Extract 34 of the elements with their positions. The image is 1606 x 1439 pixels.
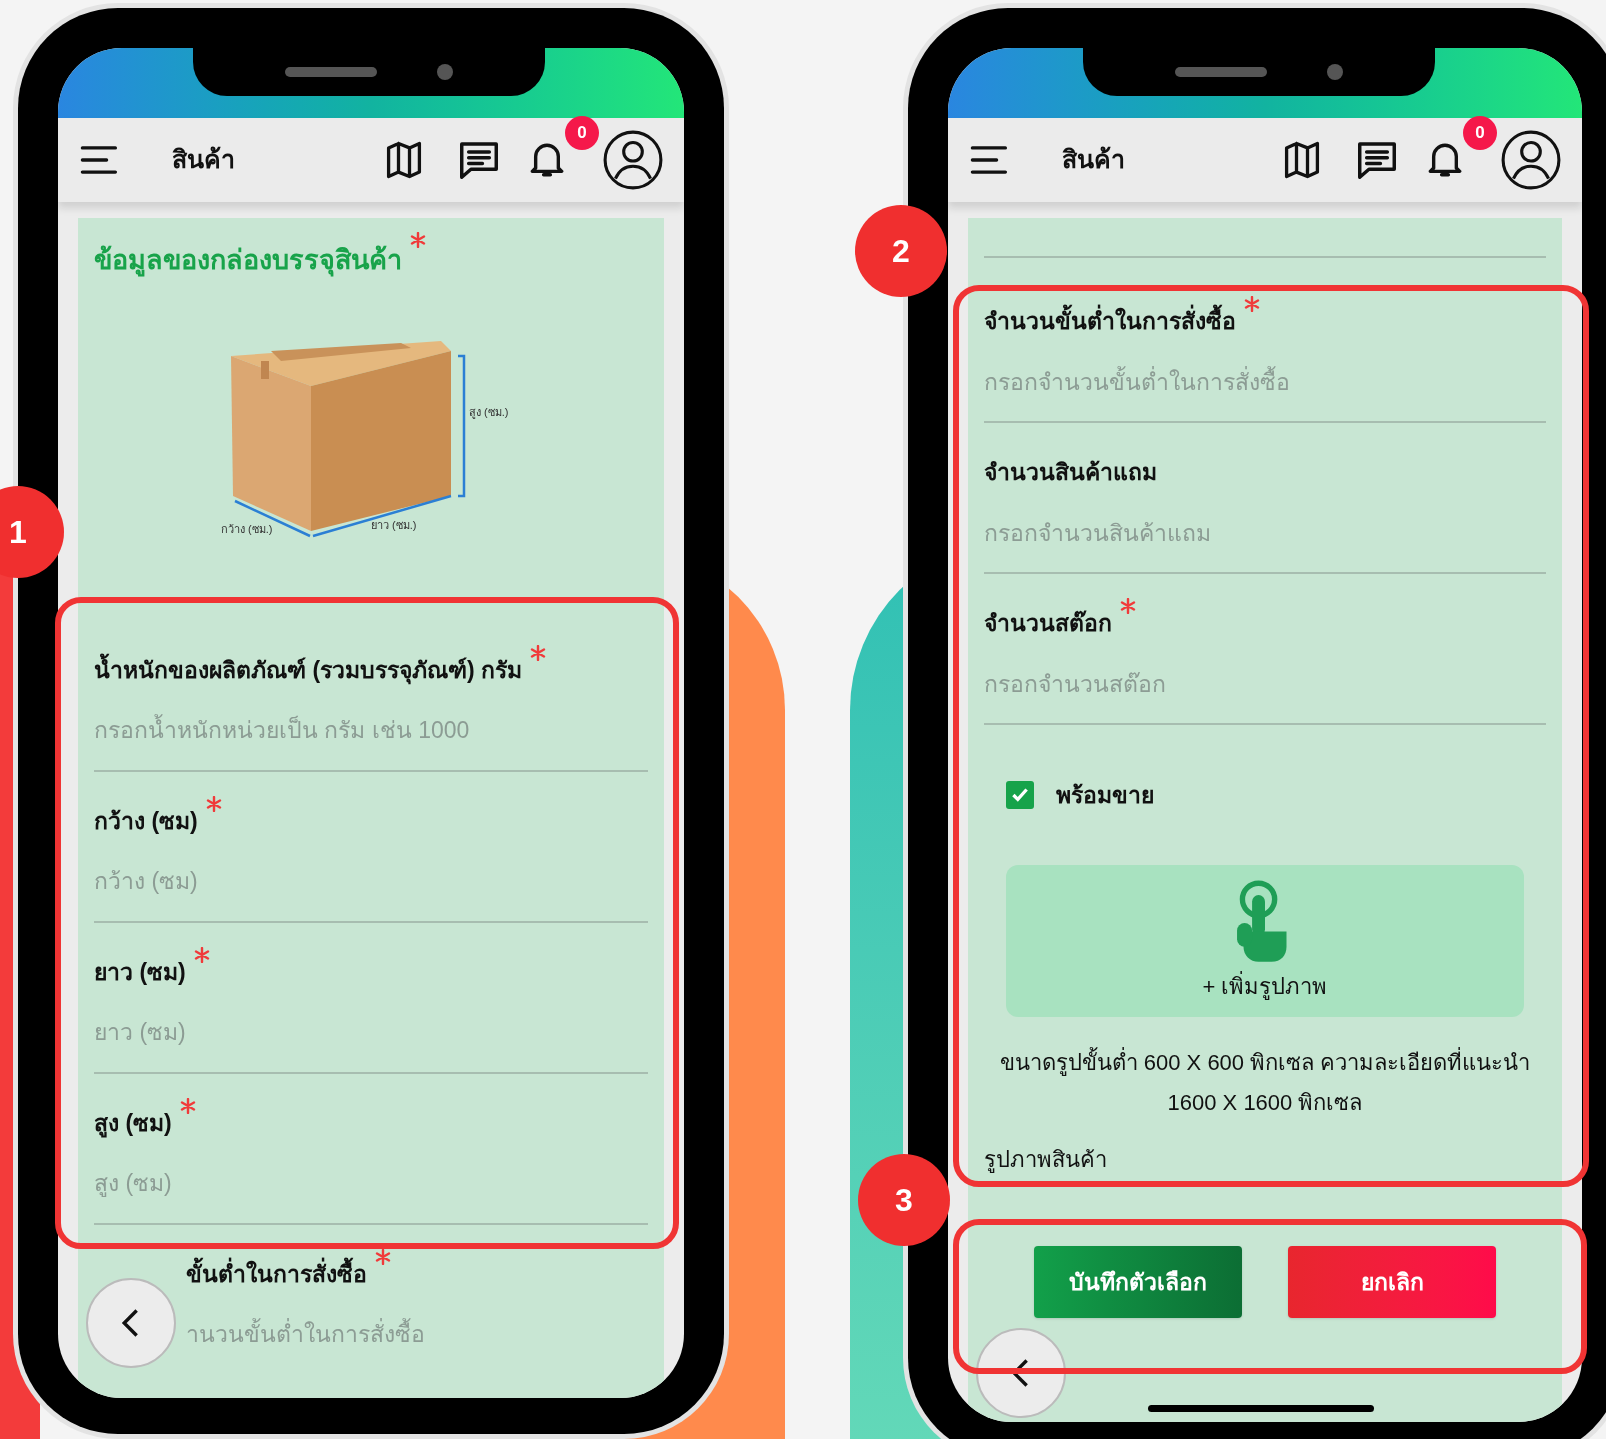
image-size-note: ขนาดรูปขั้นต่ำ 600 X 600 พิกเซล ความละเอียดที่แนะนำ 1600 X 1600 พิกเซล	[984, 1043, 1546, 1123]
checkbox[interactable]	[1006, 781, 1034, 809]
checkbox-label: พร้อมขาย	[1056, 780, 1154, 810]
user-avatar-icon[interactable]	[602, 129, 664, 191]
field-label: จำนวนขั้นต่ำในการสั่งซื้อ	[984, 304, 1236, 339]
cardboard-box-drawing: สูง (ซม.) กว้าง (ซม.) ยาว (ซม.)	[221, 320, 521, 551]
input-field[interactable]: กรอกจำนวนสินค้าแถม	[984, 515, 1546, 550]
input-field[interactable]: กรอกน้ำหนักหน่วยเป็น กรัม เช่น 1000	[94, 713, 648, 748]
notification-badge: 0	[1463, 116, 1497, 150]
field-label: กว้าง (ซม)	[94, 806, 198, 836]
field-label: ขั้นต่ำในการสั่งซื้อ	[186, 1256, 367, 1291]
bell-icon[interactable]	[530, 141, 564, 179]
input-field[interactable]: กรอกจำนวนขั้นต่ำในการสั่งซื้อ	[984, 364, 1546, 399]
page-title: สินค้า	[1062, 144, 1125, 176]
input-field[interactable]: ยาว (ซม)	[94, 1015, 648, 1050]
product-images-label: รูปภาพสินค้า	[984, 1147, 1107, 1172]
input-field[interactable]: สูง (ซม)	[94, 1166, 648, 1201]
user-avatar-icon[interactable]	[1500, 129, 1562, 191]
save-button[interactable]: บันทึกตัวเลือก	[1034, 1246, 1242, 1318]
page-title: สินค้า	[172, 144, 235, 176]
input-field[interactable]: กว้าง (ซม)	[94, 864, 648, 899]
field-label: จำนวนสต๊อก	[984, 609, 1112, 638]
add-image-button[interactable]: + เพิ่มรูปภาพ	[1006, 865, 1524, 1017]
input-field[interactable]: านวนขั้นต่ำในการสั่งซื้อ	[186, 1317, 486, 1352]
step-number-badge: 2	[855, 205, 947, 297]
bell-icon[interactable]	[1428, 141, 1462, 179]
field-label: จำนวนสินค้าแถม	[984, 458, 1157, 487]
input-field[interactable]: กรอกจำนวนสต๊อก	[984, 666, 1546, 701]
field-label: ยาว (ซม)	[94, 957, 186, 987]
cancel-button[interactable]: ยกเลิก	[1288, 1246, 1496, 1318]
section-heading: ข้อมูลของกล่องบรรจุสินค้า	[94, 244, 402, 279]
notification-badge: 0	[565, 116, 599, 150]
field-label: น้ำหนักของผลิตภัณฑ์ (รวมบรรจุภัณฑ์) กรัม	[94, 652, 523, 687]
field-label: สูง (ซม)	[94, 1108, 172, 1140]
